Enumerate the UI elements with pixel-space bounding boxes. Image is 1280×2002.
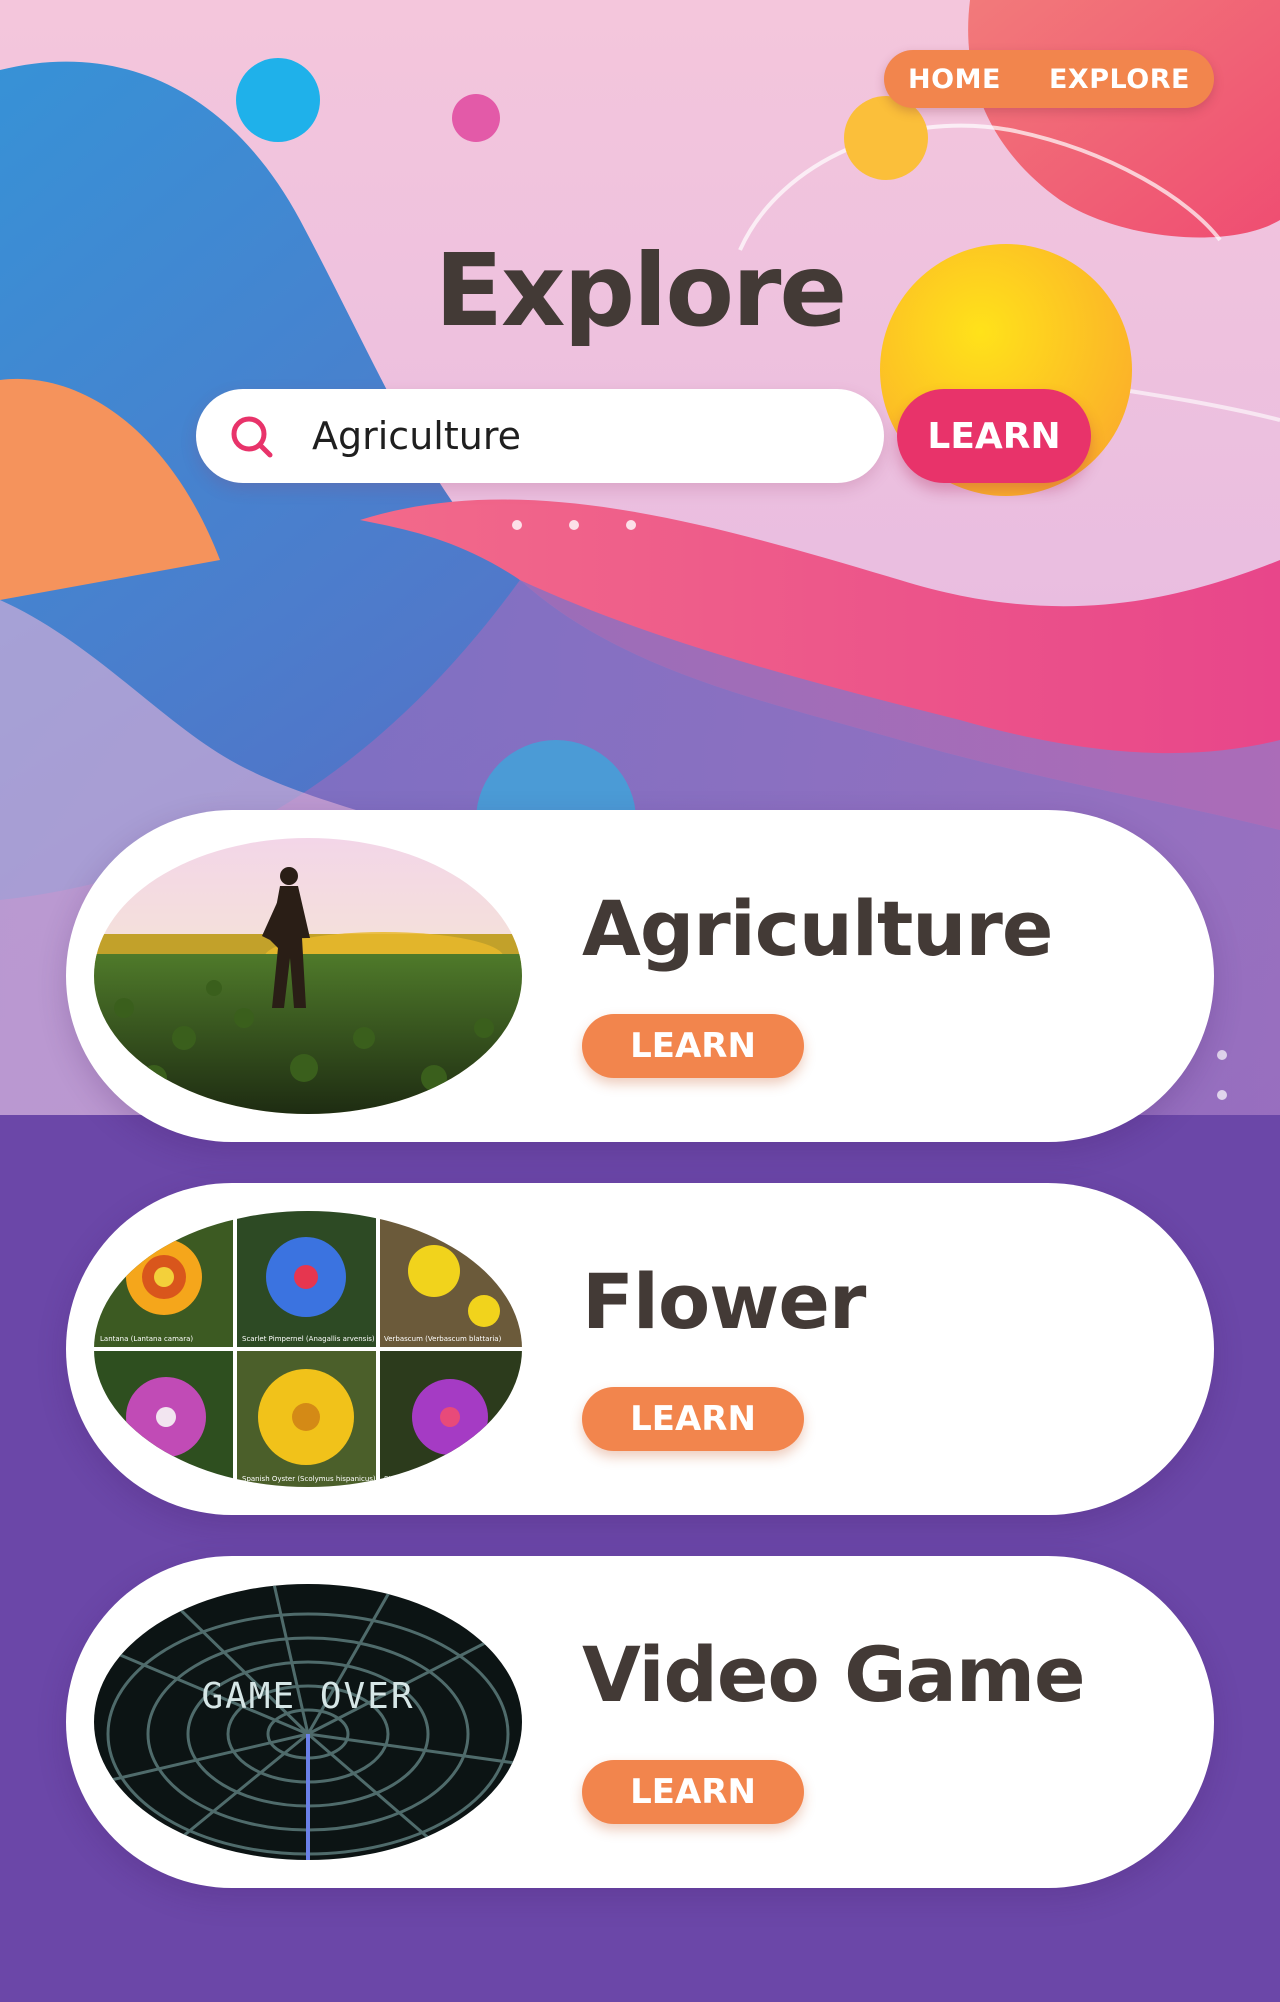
game-over-text: GAME OVER [201, 1676, 414, 1717]
game-over-tunnel-image: GAME OVER [94, 1584, 522, 1860]
carousel-dots [512, 520, 642, 532]
search-input[interactable] [312, 406, 832, 466]
topic-card-agriculture: Agriculture LEARN [66, 810, 1214, 1142]
card-title: Agriculture [582, 884, 1053, 973]
topic-card-flower: Lantana (Lantana camara) Scarlet Pimpern… [66, 1183, 1214, 1515]
carousel-dot[interactable] [569, 520, 579, 530]
learn-button[interactable]: LEARN [582, 1387, 804, 1451]
flower-caption: Verbascum (Verbascum blattaria) [384, 1335, 502, 1343]
farmer-in-field-image [94, 838, 522, 1114]
top-nav: HOME EXPLORE [884, 50, 1214, 108]
search-icon [231, 416, 273, 458]
card-title: Flower [582, 1257, 866, 1346]
flower-caption: Spanish Oyster (Scolymus hispanicus) [242, 1475, 376, 1483]
learn-button[interactable]: LEARN [582, 1014, 804, 1078]
carousel-dot[interactable] [626, 520, 636, 530]
nav-home[interactable]: HOME [908, 64, 1001, 95]
flower-collage-image: Lantana (Lantana camara) Scarlet Pimpern… [94, 1211, 522, 1487]
flower-caption: Stork's bill (Erodium) [384, 1475, 458, 1483]
flower-caption: Scarlet Pimpernel (Anagallis arvensis) [242, 1335, 375, 1343]
search-bar [196, 389, 884, 483]
topic-card-video-game: GAME OVER Video Game LEARN [66, 1556, 1214, 1888]
page-title: Explore [434, 232, 848, 349]
nav-explore[interactable]: EXPLORE [1049, 64, 1190, 95]
flower-caption: Lantana (Lantana camara) [100, 1335, 193, 1343]
learn-button[interactable]: LEARN [582, 1760, 804, 1824]
search-learn-button[interactable]: LEARN [897, 389, 1091, 483]
carousel-dot[interactable] [512, 520, 522, 530]
card-title: Video Game [582, 1630, 1086, 1719]
